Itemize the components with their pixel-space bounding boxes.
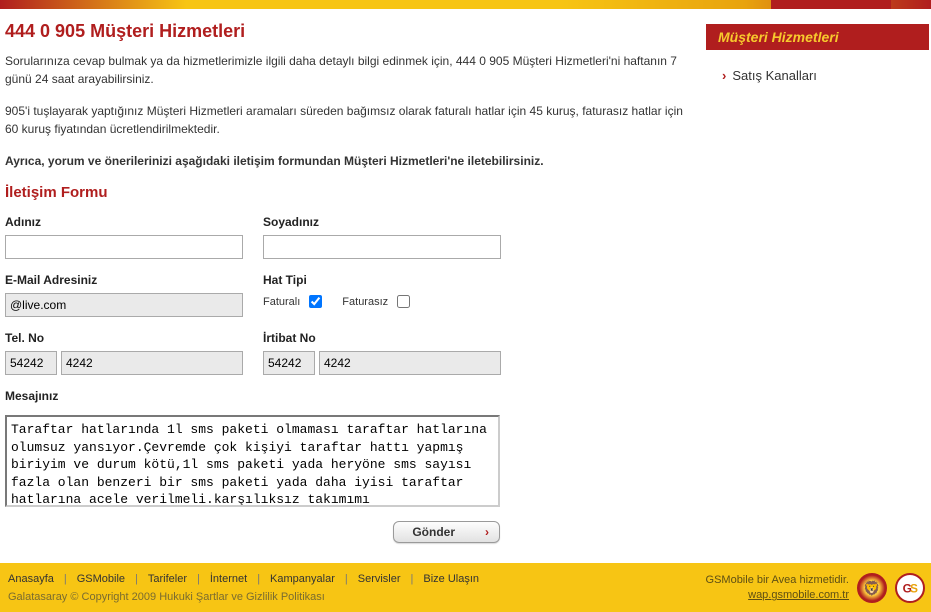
avea-text: GSMobile bir Avea hizmetidir. xyxy=(706,574,849,586)
tel-label: Tel. No xyxy=(5,331,243,345)
contact-prefix-input[interactable] xyxy=(263,351,315,375)
header-band xyxy=(0,0,931,9)
copyright: Galatasaray © Copyright 2009 Hukuki Şart… xyxy=(8,591,706,603)
surname-input[interactable] xyxy=(263,235,501,259)
footer-link[interactable]: Kampanyalar xyxy=(270,573,335,585)
submit-button[interactable]: Gönder › xyxy=(393,521,500,543)
tel-prefix-input[interactable] xyxy=(5,351,57,375)
footer-link[interactable]: Bize Ulaşın xyxy=(423,573,479,585)
message-label: Mesajınız xyxy=(5,389,696,403)
line-type-postpaid-checkbox[interactable] xyxy=(309,295,322,308)
page-title: 444 0 905 Müşteri Hizmetleri xyxy=(5,21,696,42)
svg-text:S: S xyxy=(910,582,918,596)
line-type-option-postpaid-label: Faturalı xyxy=(263,296,300,308)
sidebar-link-sales-channels[interactable]: › Satış Kanalları xyxy=(706,50,929,89)
footer-link[interactable]: İnternet xyxy=(210,573,247,585)
surname-label: Soyadınız xyxy=(263,215,501,229)
form-heading: İletişim Formu xyxy=(5,184,696,201)
name-input[interactable] xyxy=(5,235,243,259)
contact-number-input[interactable] xyxy=(319,351,501,375)
footer-link[interactable]: Anasayfa xyxy=(8,573,54,585)
email-label: E-Mail Adresiniz xyxy=(5,273,243,287)
line-type-option-prepaid-label: Faturasız xyxy=(342,296,388,308)
email-input[interactable] xyxy=(5,293,243,317)
main-column: 444 0 905 Müşteri Hizmetleri Sorularınız… xyxy=(0,9,706,543)
footer-link[interactable]: Servisler xyxy=(358,573,401,585)
intro-paragraph-3: Ayrıca, yorum ve önerilerinizi aşağıdaki… xyxy=(5,152,685,170)
legal-link[interactable]: Hukuki Şartlar ve Gizlilik Politikası xyxy=(159,591,325,603)
gs-logo-icon: GS xyxy=(895,573,925,603)
tel-number-input[interactable] xyxy=(61,351,243,375)
sidebar: Müşteri Hizmetleri › Satış Kanalları xyxy=(706,9,931,543)
line-type-label: Hat Tipi xyxy=(263,273,424,287)
chevron-right-icon: › xyxy=(485,525,489,539)
footer-link[interactable]: GSMobile xyxy=(77,573,125,585)
contact-no-label: İrtibat No xyxy=(263,331,501,345)
footer-nav: Anasayfa| GSMobile| Tarifeler| İnternet|… xyxy=(8,573,706,585)
footer: Anasayfa| GSMobile| Tarifeler| İnternet|… xyxy=(0,563,931,612)
sidebar-link-label: Satış Kanalları xyxy=(732,68,817,83)
wap-link[interactable]: wap.gsmobile.com.tr xyxy=(706,588,849,603)
lion-icon: 🦁 xyxy=(857,573,887,603)
message-textarea[interactable] xyxy=(5,415,500,507)
intro-paragraph-1: Sorularınıza cevap bulmak ya da hizmetle… xyxy=(5,52,685,88)
footer-link[interactable]: Tarifeler xyxy=(148,573,187,585)
submit-button-label: Gönder xyxy=(412,525,455,539)
line-type-prepaid-checkbox[interactable] xyxy=(397,295,410,308)
chevron-right-icon: › xyxy=(722,68,726,83)
header-logo-accent xyxy=(771,0,891,9)
intro-paragraph-2: 905'i tuşlayarak yaptığınız Müşteri Hizm… xyxy=(5,102,685,138)
sidebar-heading: Müşteri Hizmetleri xyxy=(706,24,929,50)
name-label: Adınız xyxy=(5,215,243,229)
